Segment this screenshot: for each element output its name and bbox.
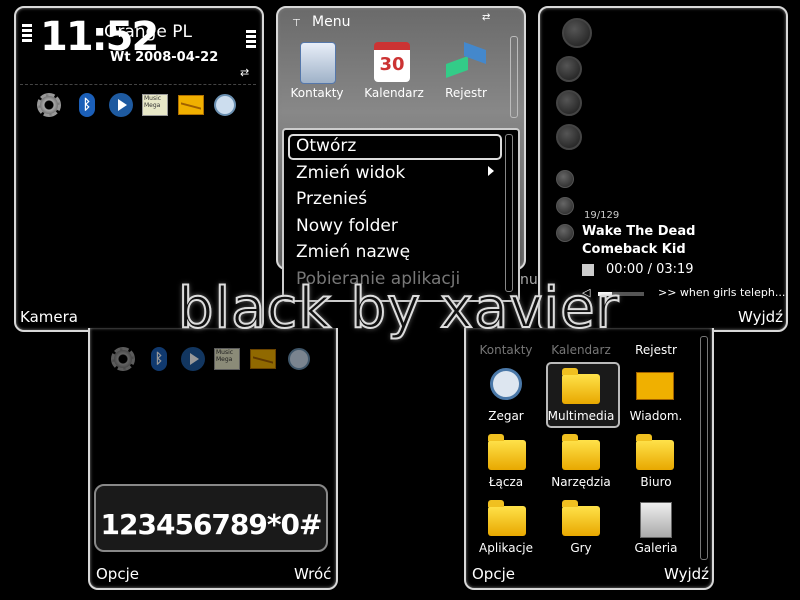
multimedia-icon: Music Mega xyxy=(214,346,240,372)
now-playing-ticker: >> when girls teleph... xyxy=(658,286,786,299)
menu-label-contacts: Kontakty xyxy=(290,86,344,100)
gear-icon[interactable] xyxy=(36,92,62,118)
calendar-icon[interactable]: 30 xyxy=(374,42,410,82)
track-counter: 19/129 xyxy=(584,210,620,221)
grid-label-calendar: Kalendarz xyxy=(551,343,611,357)
menu-item-new-folder[interactable]: Nowy folder xyxy=(296,216,398,236)
next-button[interactable] xyxy=(556,90,582,116)
grid-label-log: Rejestr xyxy=(635,343,677,357)
clock-icon xyxy=(286,346,312,372)
menu-item-open[interactable]: Otwórz xyxy=(296,136,356,156)
bluetooth-icon[interactable]: ᛒ xyxy=(74,92,100,118)
exit-softkey-grid[interactable]: Wyjdź xyxy=(664,565,709,583)
grid-scrollbar[interactable] xyxy=(700,336,708,560)
track-title: Wake The Dead xyxy=(582,224,696,239)
camera-softkey[interactable]: Kamera xyxy=(20,308,78,326)
menu-item-move[interactable]: Przenieś xyxy=(296,189,367,209)
options-softkey-grid[interactable]: Opcje xyxy=(472,565,515,583)
grid-label-games: Gry xyxy=(570,541,592,555)
context-menu-scrollbar[interactable] xyxy=(505,134,513,292)
grid-label-office: Biuro xyxy=(640,475,672,489)
grid-label-tools: Narzędzia xyxy=(551,475,611,489)
menu-title: Menu xyxy=(312,14,351,30)
player-icon xyxy=(180,346,206,372)
stop-button[interactable] xyxy=(556,124,582,150)
contacts-icon[interactable] xyxy=(300,42,336,84)
repeat-icon[interactable] xyxy=(556,170,574,188)
idle-date: Wt 2008-04-22 xyxy=(110,50,219,65)
tools-folder-icon[interactable] xyxy=(558,432,604,474)
grid-label-contacts: Kontakty xyxy=(479,343,533,357)
operator-name: Orange PL xyxy=(104,22,192,42)
player-icon[interactable] xyxy=(108,92,134,118)
previous-button[interactable] xyxy=(556,56,582,82)
gallery-app-icon[interactable] xyxy=(632,498,678,540)
gear-icon xyxy=(110,346,136,372)
signal-strength-icon xyxy=(22,24,32,44)
battery-icon xyxy=(246,30,256,50)
shuffle-icon[interactable] xyxy=(556,197,574,215)
options-softkey-dialer[interactable]: Opcje xyxy=(96,565,139,583)
playback-state-icon xyxy=(582,264,594,276)
multimedia-icon[interactable]: Music Mega xyxy=(142,92,168,118)
office-folder-icon[interactable] xyxy=(632,432,678,474)
playback-time: 00:00 / 03:19 xyxy=(606,262,694,277)
messages-app-icon[interactable] xyxy=(632,366,678,408)
exit-softkey-music[interactable]: Wyjdź xyxy=(738,308,783,326)
grid-label-connectivity: Łącza xyxy=(488,475,524,489)
idle-divider xyxy=(20,84,256,85)
menu-item-change-view[interactable]: Zmień widok xyxy=(296,163,405,183)
menu-profile-icon: ⇄ xyxy=(482,12,491,23)
clock-app-icon[interactable] xyxy=(484,366,530,408)
apps-folder-icon[interactable] xyxy=(484,498,530,540)
grid-label-gallery: Galeria xyxy=(634,541,678,555)
profile-icon: ⇄ xyxy=(240,66,250,79)
clock-icon[interactable] xyxy=(212,92,238,118)
games-folder-icon[interactable] xyxy=(558,498,604,540)
play-button[interactable] xyxy=(562,18,592,48)
multimedia-folder-icon[interactable] xyxy=(558,366,604,408)
log-icon[interactable] xyxy=(446,41,486,80)
dialed-number: 123456789*0# xyxy=(100,508,323,541)
connectivity-folder-icon[interactable] xyxy=(484,432,530,474)
menu-label-log: Rejestr xyxy=(445,86,487,100)
message-icon[interactable] xyxy=(178,92,204,118)
track-artist: Comeback Kid xyxy=(582,242,686,257)
submenu-arrow-icon xyxy=(488,166,494,176)
watermark-title: black by xavier xyxy=(177,275,620,342)
dialer-shortcuts: ᛒ Music Mega xyxy=(110,346,320,376)
grid-label-messages: Wiadom. xyxy=(629,409,683,423)
menu-scrollbar[interactable] xyxy=(510,36,518,118)
playlist-icon[interactable] xyxy=(556,224,574,242)
bluetooth-icon: ᛒ xyxy=(146,346,172,372)
message-icon xyxy=(250,346,276,372)
grid-label-multimedia: Multimedia xyxy=(547,409,615,423)
menu-item-rename[interactable]: Zmień nazwę xyxy=(296,242,410,262)
grid-label-clock: Zegar xyxy=(488,409,524,423)
back-softkey-dialer[interactable]: Wróć xyxy=(294,565,331,583)
grid-label-apps: Aplikacje xyxy=(479,541,533,555)
menu-signal-icon: ⊤ xyxy=(292,18,301,29)
menu-label-calendar: Kalendarz xyxy=(364,86,424,100)
